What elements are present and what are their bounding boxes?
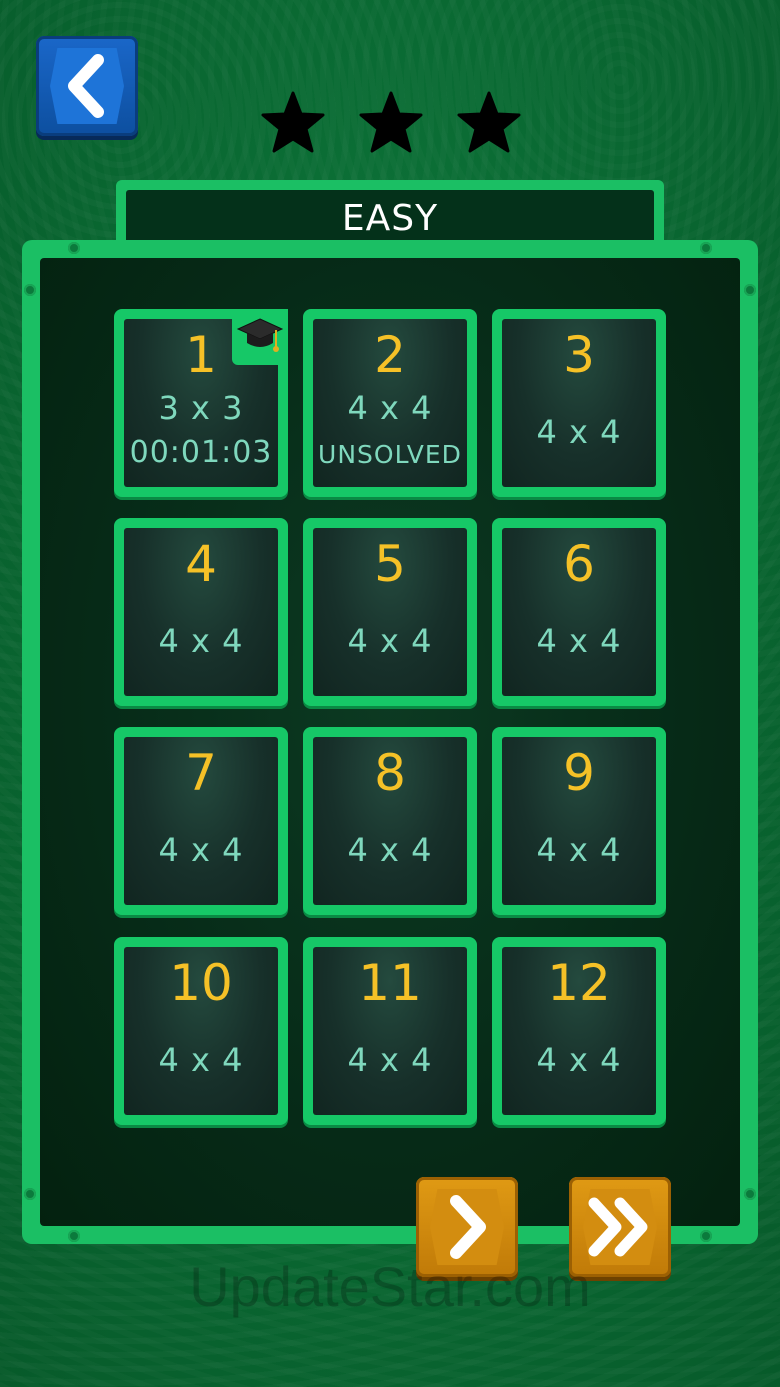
level-size: 4 x 4 <box>158 1041 244 1079</box>
star-icon <box>359 91 423 153</box>
level-size: 4 x 4 <box>158 831 244 869</box>
rivet <box>68 1230 80 1242</box>
chevron-left-icon <box>68 54 104 118</box>
level-number: 7 <box>185 744 217 802</box>
level-number: 5 <box>374 535 406 593</box>
graduation-cap-icon <box>236 318 284 352</box>
double-chevron-right-icon <box>588 1197 648 1257</box>
level-size: 4 x 4 <box>347 622 433 660</box>
level-number: 4 <box>185 535 217 593</box>
level-size: 4 x 4 <box>536 831 622 869</box>
level-number: 11 <box>358 954 422 1012</box>
level-number: 8 <box>374 744 406 802</box>
level-number: 6 <box>563 535 595 593</box>
level-size: 4 x 4 <box>536 622 622 660</box>
rivet <box>700 1230 712 1242</box>
level-size: 4 x 4 <box>347 831 433 869</box>
level-number: 12 <box>547 954 611 1012</box>
rivet <box>744 1188 756 1200</box>
rivet <box>24 284 36 296</box>
level-6-tile[interactable]: 6 4 x 4 <box>492 518 666 706</box>
star-rating <box>260 90 522 156</box>
level-12-tile[interactable]: 12 4 x 4 <box>492 937 666 1125</box>
completed-badge <box>232 309 288 365</box>
level-3-tile[interactable]: 3 4 x 4 <box>492 309 666 497</box>
level-9-tile[interactable]: 9 4 x 4 <box>492 727 666 915</box>
level-7-tile[interactable]: 7 4 x 4 <box>114 727 288 915</box>
level-1-tile[interactable]: 1 3 x 3 00:01:03 <box>114 309 288 497</box>
level-number: 2 <box>374 326 406 384</box>
level-2-tile[interactable]: 2 4 x 4 UNSOLVED <box>303 309 477 497</box>
level-number: 9 <box>563 744 595 802</box>
difficulty-title: EASY <box>126 190 654 246</box>
star-icon <box>457 91 521 153</box>
level-10-tile[interactable]: 10 4 x 4 <box>114 937 288 1125</box>
chevron-right-icon <box>450 1195 486 1259</box>
level-size: 4 x 4 <box>347 1041 433 1079</box>
level-number: 3 <box>563 326 595 384</box>
back-button[interactable] <box>36 36 138 136</box>
rivet <box>744 284 756 296</box>
level-size: 4 x 4 <box>347 389 433 427</box>
level-4-tile[interactable]: 4 4 x 4 <box>114 518 288 706</box>
level-size: 4 x 4 <box>158 622 244 660</box>
level-5-tile[interactable]: 5 4 x 4 <box>303 518 477 706</box>
level-11-tile[interactable]: 11 4 x 4 <box>303 937 477 1125</box>
rivet <box>68 242 80 254</box>
level-number: 10 <box>169 954 233 1012</box>
level-size: 4 x 4 <box>536 413 622 451</box>
level-8-tile[interactable]: 8 4 x 4 <box>303 727 477 915</box>
rivet <box>700 242 712 254</box>
level-status: UNSOLVED <box>318 440 462 469</box>
rivet <box>24 1188 36 1200</box>
watermark: UpdateStar.com <box>189 1255 591 1318</box>
level-size: 3 x 3 <box>158 389 244 427</box>
star-icon <box>261 91 325 153</box>
level-time: 00:01:03 <box>129 435 273 470</box>
level-size: 4 x 4 <box>536 1041 622 1079</box>
